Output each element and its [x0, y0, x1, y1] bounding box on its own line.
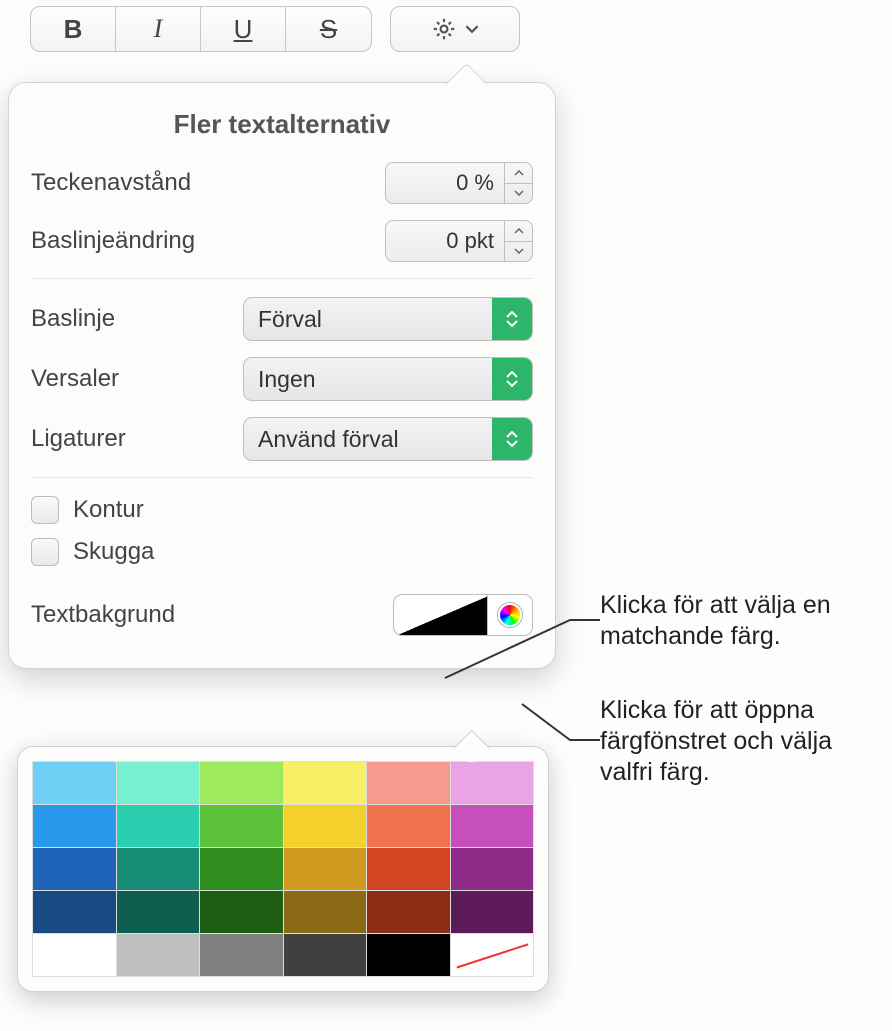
- swatch-none[interactable]: [451, 934, 534, 976]
- baseline-select-value: Förval: [258, 306, 322, 333]
- swatch-78f0d0[interactable]: [117, 762, 200, 804]
- char-spacing-label: Teckenavstånd: [31, 169, 231, 197]
- bold-button[interactable]: B: [31, 7, 116, 51]
- caps-select[interactable]: Ingen: [243, 357, 533, 401]
- underline-button[interactable]: U: [201, 7, 286, 51]
- swatch-000000[interactable]: [367, 934, 450, 976]
- swatch-808080[interactable]: [200, 934, 283, 976]
- baseline-shift-value: 0 pkt: [386, 221, 504, 261]
- gear-icon: [431, 16, 457, 42]
- char-spacing-up[interactable]: [505, 163, 532, 184]
- strikethrough-icon: S: [320, 14, 337, 45]
- swatch-8e2c16[interactable]: [367, 891, 450, 933]
- swatch-404040[interactable]: [284, 934, 367, 976]
- outline-label: Kontur: [73, 496, 144, 524]
- shadow-label: Skugga: [73, 538, 154, 566]
- select-chevrons-icon: [492, 298, 532, 340]
- swatch-1f63b8[interactable]: [33, 848, 116, 890]
- shadow-checkbox[interactable]: [31, 538, 59, 566]
- caps-label: Versaler: [31, 365, 231, 393]
- text-style-group: B I U S: [30, 6, 372, 52]
- divider: [31, 477, 533, 478]
- chevron-down-icon: [465, 22, 479, 36]
- underline-icon: U: [234, 14, 253, 45]
- select-chevrons-icon: [492, 358, 532, 400]
- swatch-cf9a1f[interactable]: [284, 848, 367, 890]
- swatch-f4d02c[interactable]: [284, 805, 367, 847]
- swatch-2a98ea[interactable]: [33, 805, 116, 847]
- swatch-e9a3e6[interactable]: [451, 762, 534, 804]
- italic-icon: I: [154, 14, 163, 44]
- strikethrough-button[interactable]: S: [286, 7, 371, 51]
- text-background-label: Textbakgrund: [31, 601, 175, 629]
- more-options-button[interactable]: [390, 6, 520, 52]
- text-background-colorwell[interactable]: [394, 595, 488, 635]
- swatch-d44524[interactable]: [367, 848, 450, 890]
- swatch-f59b8e[interactable]: [367, 762, 450, 804]
- swatch-f8ef66[interactable]: [284, 762, 367, 804]
- swatch-0f5f51[interactable]: [117, 891, 200, 933]
- swatch-ffffff[interactable]: [33, 934, 116, 976]
- colorwheel-icon: [498, 603, 522, 627]
- more-text-options-popover: Fler textalternativ Teckenavstånd 0 % Ba…: [8, 82, 556, 669]
- callout-color-window: Klicka för att öppna färgfönstret och vä…: [600, 695, 880, 789]
- swatch-f1734e[interactable]: [367, 805, 450, 847]
- swatch-5e1b59[interactable]: [451, 891, 534, 933]
- swatch-6fd0f6[interactable]: [33, 762, 116, 804]
- swatch-5fc23b[interactable]: [200, 805, 283, 847]
- baseline-shift-down[interactable]: [505, 242, 532, 262]
- color-swatch-popover: [17, 746, 549, 992]
- baseline-shift-stepper[interactable]: 0 pkt: [385, 220, 533, 262]
- swatch-8a6a15[interactable]: [284, 891, 367, 933]
- swatch-8e2a87[interactable]: [451, 848, 534, 890]
- outline-checkbox[interactable]: [31, 496, 59, 524]
- char-spacing-down[interactable]: [505, 184, 532, 204]
- swatch-1e5e14[interactable]: [200, 891, 283, 933]
- swatch-bfbfbf[interactable]: [117, 934, 200, 976]
- open-color-window-button[interactable]: [488, 595, 532, 635]
- char-spacing-stepper[interactable]: 0 %: [385, 162, 533, 204]
- color-swatch-grid: [32, 761, 534, 977]
- ligatures-label: Ligaturer: [31, 425, 231, 453]
- callout-matching-color: Klicka för att välja en matchande färg.: [600, 590, 880, 653]
- baseline-shift-label: Baslinjeändring: [31, 227, 231, 255]
- popover-title: Fler textalternativ: [31, 109, 533, 140]
- bold-icon: B: [64, 14, 83, 45]
- swatch-178d77[interactable]: [117, 848, 200, 890]
- ligatures-select[interactable]: Använd förval: [243, 417, 533, 461]
- char-spacing-value: 0 %: [386, 163, 504, 203]
- divider: [31, 278, 533, 279]
- select-chevrons-icon: [492, 418, 532, 460]
- ligatures-select-value: Använd förval: [258, 426, 399, 453]
- swatch-29cfae[interactable]: [117, 805, 200, 847]
- swatch-194a81[interactable]: [33, 891, 116, 933]
- swatch-9fe95e[interactable]: [200, 762, 283, 804]
- baseline-select[interactable]: Förval: [243, 297, 533, 341]
- baseline-shift-up[interactable]: [505, 221, 532, 242]
- italic-button[interactable]: I: [116, 7, 201, 51]
- swatch-2f8e1e[interactable]: [200, 848, 283, 890]
- caps-select-value: Ingen: [258, 366, 316, 393]
- swatch-c64fbc[interactable]: [451, 805, 534, 847]
- baseline-label: Baslinje: [31, 305, 231, 333]
